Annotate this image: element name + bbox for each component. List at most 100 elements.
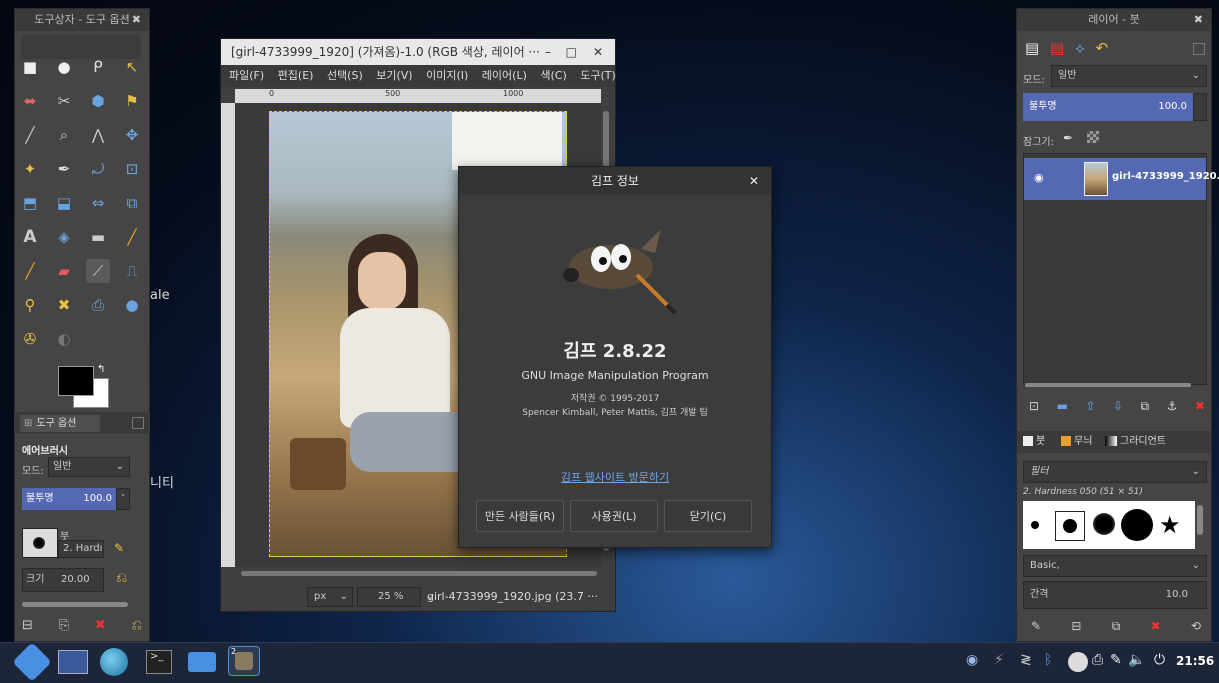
paintbrush-icon[interactable]: ╱ — [18, 259, 42, 283]
delete-brush-icon[interactable]: ✖ — [1151, 619, 1161, 637]
close-icon[interactable]: ✕ — [593, 39, 603, 65]
gimp-task-button[interactable]: 2 — [228, 646, 260, 676]
maximize-icon[interactable]: □ — [566, 39, 577, 65]
layer-row[interactable]: ◉ girl-4733999_1920.jp — [1024, 158, 1219, 200]
scissors-icon[interactable]: ✂ — [52, 89, 76, 113]
text-icon[interactable]: A — [18, 225, 42, 249]
swap-colors-icon[interactable]: ↰ — [97, 364, 105, 375]
printer-tray-icon[interactable]: ⎙ — [1092, 652, 1103, 668]
gradient-icon[interactable]: ▬ — [86, 225, 110, 249]
perspective-clone-icon[interactable]: ⎙ — [86, 293, 110, 317]
bluetooth-tray-icon[interactable]: ᛒ — [1044, 652, 1052, 668]
airbrush-icon[interactable]: ⟋ — [86, 259, 110, 283]
zoom-icon[interactable]: ⌕ — [52, 123, 76, 147]
restore-options-icon[interactable]: ⎘ — [59, 618, 69, 638]
menu-select[interactable]: 선택(S) — [327, 69, 363, 82]
spacing-field[interactable]: 간격 10.0 — [1023, 581, 1207, 609]
flip-icon[interactable]: ⇔ — [86, 191, 110, 215]
power-tray-icon[interactable]: ⏻ — [1154, 652, 1165, 668]
free-select-icon[interactable]: ᑭ — [86, 55, 110, 79]
shear-icon[interactable]: ⬒ — [18, 191, 42, 215]
edit-brush-icon[interactable]: ✎ — [114, 541, 124, 555]
close-icon[interactable]: ✕ — [749, 167, 759, 195]
measure-icon[interactable]: ⋀ — [86, 123, 110, 147]
brush-swatch[interactable] — [1121, 509, 1153, 541]
lock-alpha-icon[interactable] — [1087, 131, 1099, 143]
tab-tool-options[interactable]: ⊞ 도구 옵션 — [20, 415, 100, 432]
scale-icon[interactable]: ⊡ — [120, 157, 144, 181]
tab-brushes[interactable]: 붓 — [1023, 431, 1045, 453]
menu-view[interactable]: 보기(V) — [376, 69, 412, 82]
file-manager-icon[interactable] — [188, 652, 216, 672]
duplicate-brush-icon[interactable]: ⧉ — [1112, 619, 1121, 637]
menu-image[interactable]: 이미지(I) — [426, 69, 468, 82]
new-brush-icon[interactable]: ⊟ — [1071, 619, 1081, 637]
layer-opacity-spinner[interactable] — [1193, 93, 1207, 121]
color-picker-icon[interactable]: ╱ — [18, 123, 42, 147]
new-layer-icon[interactable]: ⊡ — [1029, 399, 1039, 417]
show-desktop-icon[interactable] — [58, 650, 88, 674]
foreground-color-front[interactable] — [58, 366, 94, 396]
bucket-fill-icon[interactable]: ◈ — [52, 225, 76, 249]
smudge-icon[interactable]: ✇ — [18, 327, 42, 351]
input-method-tray-icon[interactable]: ≷ — [1020, 652, 1032, 668]
pen-tray-icon[interactable]: ✎ — [1110, 652, 1122, 668]
close-icon[interactable]: ✖ — [132, 9, 141, 31]
delete-layer-icon[interactable]: ✖ — [1195, 399, 1205, 417]
select-by-color-icon[interactable]: ⬌ — [18, 89, 42, 113]
star-brush-icon[interactable]: ★ — [1159, 511, 1181, 539]
foreground-select-icon[interactable]: ⬢ — [86, 89, 110, 113]
rotate-icon[interactable]: ⤾ — [86, 157, 110, 181]
toolbox-scrollbar[interactable] — [22, 602, 128, 607]
menu-edit[interactable]: 편집(E) — [278, 69, 314, 82]
license-button[interactable]: 사용권(L) — [570, 500, 658, 532]
menu-file[interactable]: 파일(F) — [229, 69, 264, 82]
lower-layer-icon[interactable]: ⇩ — [1113, 399, 1123, 417]
refresh-brushes-icon[interactable]: ⟲ — [1191, 619, 1201, 637]
tab-patterns[interactable]: 무늬 — [1061, 431, 1092, 453]
vertical-ruler[interactable] — [221, 103, 235, 567]
heal-icon[interactable]: ✖ — [52, 293, 76, 317]
save-options-icon[interactable]: ⊟ — [22, 618, 33, 638]
brush-swatch[interactable] — [1031, 521, 1039, 529]
paths-tab-icon[interactable]: ⟡ — [1075, 39, 1085, 57]
brush-name-field[interactable]: 2. Hardı — [58, 540, 104, 558]
new-layer-group-icon[interactable]: ▬ — [1057, 399, 1068, 417]
dodge-burn-icon[interactable]: ◐ — [52, 327, 76, 351]
layer-opacity-slider[interactable]: 불투명 100.0 — [1023, 93, 1193, 121]
website-link[interactable]: 김프 웹사이트 방문하기 — [459, 469, 771, 485]
horizontal-scrollbar[interactable] — [241, 571, 597, 576]
tab-menu-icon[interactable] — [1193, 43, 1205, 55]
browser-icon[interactable] — [100, 648, 128, 676]
opacity-slider[interactable]: 불투명 100.0 — [22, 488, 116, 510]
visibility-eye-icon[interactable]: ◉ — [1034, 171, 1044, 184]
close-icon[interactable]: ✖ — [1194, 9, 1203, 31]
brush-grid-scrollbar[interactable] — [1197, 505, 1203, 535]
unit-select[interactable]: px ⌄ — [307, 587, 353, 607]
anchor-icon[interactable]: ⚓ — [1167, 399, 1178, 417]
layers-scrollbar[interactable] — [1025, 383, 1191, 387]
menu-colors[interactable]: 색(C) — [540, 69, 566, 82]
brush-swatch[interactable] — [1093, 513, 1115, 535]
tab-menu-icon[interactable] — [132, 417, 144, 429]
paths-icon[interactable]: ⚑ — [120, 89, 144, 113]
mode-select[interactable]: 일반 ⌄ — [48, 457, 130, 477]
user-avatar-icon[interactable] — [1068, 652, 1088, 672]
network-tray-icon[interactable]: ⚡ — [994, 652, 1004, 668]
delete-options-icon[interactable]: ✖ — [95, 618, 106, 638]
close-button[interactable]: 닫기(C) — [664, 500, 752, 532]
perspective-icon[interactable]: ⬓ — [52, 191, 76, 215]
move-icon[interactable]: ✥ — [120, 123, 144, 147]
brush-preview[interactable] — [22, 528, 58, 558]
align-icon[interactable]: ✦ — [18, 157, 42, 181]
channels-tab-icon[interactable]: ▤ — [1050, 39, 1064, 57]
ellipse-select-icon[interactable]: ● — [52, 55, 76, 79]
clone-icon[interactable]: ⚲ — [18, 293, 42, 317]
clock[interactable]: 21:56 — [1176, 654, 1214, 668]
menu-tools[interactable]: 도구(T) — [580, 69, 616, 82]
fuzzy-select-icon[interactable]: ↖ — [120, 55, 144, 79]
crop-icon[interactable]: ✒ — [52, 157, 76, 181]
size-field[interactable]: 크기 20.00 — [22, 568, 104, 592]
brush-preset-select[interactable]: Basic, ⌄ — [1023, 555, 1207, 577]
eraser-icon[interactable]: ▰ — [52, 259, 76, 283]
